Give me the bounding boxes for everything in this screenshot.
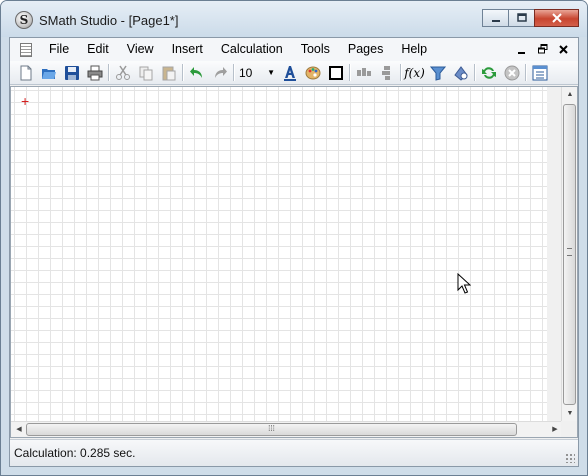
cut-icon [115,65,130,80]
client-area: File Edit View Insert Calculation Tools … [9,37,579,467]
align-vertical-icon [381,65,390,80]
open-button[interactable] [37,62,60,84]
align-horizontal-icon [356,67,371,76]
scroll-down-icon[interactable]: ▼ [562,406,578,422]
menu-insert[interactable]: Insert [163,38,212,61]
filter-icon [429,66,446,81]
undo-button[interactable] [185,62,208,84]
sidebar-panel-button[interactable] [528,62,551,84]
app-window: S SMath Studio - [Page1*] File Edit View… [0,0,588,476]
resize-grip-icon[interactable] [565,453,575,463]
dynamic-assistance-icon [453,65,468,81]
menu-file[interactable]: File [40,38,78,61]
paste-icon [162,66,175,80]
worksheet-area: + ▲ ▼ ◀ ⁞⁞⁞ ▶ [10,86,578,438]
scrollbar-corner [561,421,577,437]
toolbar-separator [182,64,183,81]
new-icon [20,65,31,80]
mdi-close-button[interactable] [553,43,574,57]
minimize-icon [518,51,525,54]
insertion-cursor-icon: + [21,93,30,109]
function-icon: f(x) [404,65,425,80]
stop-button[interactable] [500,62,523,84]
redo-button[interactable] [208,62,231,84]
undo-icon [189,66,202,78]
menu-help[interactable]: Help [392,38,436,61]
scroll-up-icon[interactable]: ▲ [562,87,578,103]
recalculate-icon [481,66,496,79]
worksheet-canvas[interactable]: + [11,87,547,422]
stop-icon [504,65,519,80]
horizontal-scrollbar[interactable]: ◀ ⁞⁞⁞ ▶ [11,421,563,437]
mdi-minimize-button[interactable] [511,43,532,57]
redo-icon [214,66,227,78]
print-icon [87,65,102,80]
toolbar-separator [349,64,350,81]
menu-view[interactable]: View [118,38,163,61]
toolbar: 10 ▼ f(x) [10,61,578,85]
font-color-icon [283,65,296,81]
align-horizontal-button[interactable] [352,62,375,84]
minimize-icon [491,20,500,22]
save-icon [64,65,79,80]
menu-tools[interactable]: Tools [292,38,339,61]
print-button[interactable] [83,62,106,84]
maximize-button[interactable] [508,9,535,27]
vertical-scroll-thumb[interactable] [563,104,576,405]
border-icon [328,65,343,80]
sidebar-panel-icon [532,65,547,80]
dynamic-assistance-button[interactable] [449,62,472,84]
status-text: Calculation: 0.285 sec. [14,446,136,460]
window-title: SMath Studio - [Page1*] [39,13,179,28]
border-button[interactable] [324,62,347,84]
document-icon[interactable] [20,42,32,57]
horizontal-scroll-thumb[interactable]: ⁞⁞⁞ [26,423,517,436]
close-button[interactable] [534,9,579,27]
app-logo-icon[interactable]: S [15,11,33,29]
palette-button[interactable] [301,62,324,84]
toolbar-separator [474,64,475,81]
vertical-scrollbar[interactable]: ▲ ▼ [561,87,577,422]
copy-icon [139,66,152,80]
mouse-pointer-icon [457,273,471,294]
font-size-value: 10 [239,65,253,80]
toolbar-separator [233,64,234,81]
cut-button[interactable] [111,62,134,84]
restore-icon [537,43,547,53]
minimize-button[interactable] [482,9,509,27]
save-button[interactable] [60,62,83,84]
mdi-restore-button[interactable] [532,43,553,57]
open-icon [41,68,56,79]
status-bar: Calculation: 0.285 sec. [10,439,578,466]
scroll-left-icon[interactable]: ◀ [11,422,27,438]
title-bar[interactable]: S SMath Studio - [Page1*] [1,1,587,37]
align-vertical-button[interactable] [375,62,398,84]
font-size-select[interactable]: 10 ▼ [236,64,278,82]
function-button[interactable]: f(x) [403,62,426,84]
menu-edit[interactable]: Edit [78,38,118,61]
copy-button[interactable] [134,62,157,84]
menu-bar: File Edit View Insert Calculation Tools … [10,38,578,61]
close-icon [551,13,562,23]
recalculate-button[interactable] [477,62,500,84]
menu-pages[interactable]: Pages [339,38,392,61]
toolbar-separator [108,64,109,81]
maximize-icon [516,13,527,22]
close-icon [559,44,568,54]
mdi-controls [511,38,574,61]
toolbar-separator [525,64,526,81]
menu-calculation[interactable]: Calculation [212,38,292,61]
filter-button[interactable] [426,62,449,84]
toolbar-separator [400,64,401,81]
chevron-down-icon: ▼ [267,68,275,77]
palette-icon [305,66,320,79]
new-button[interactable] [14,62,37,84]
caption-buttons [482,9,579,27]
paste-button[interactable] [157,62,180,84]
font-color-button[interactable] [278,62,301,84]
